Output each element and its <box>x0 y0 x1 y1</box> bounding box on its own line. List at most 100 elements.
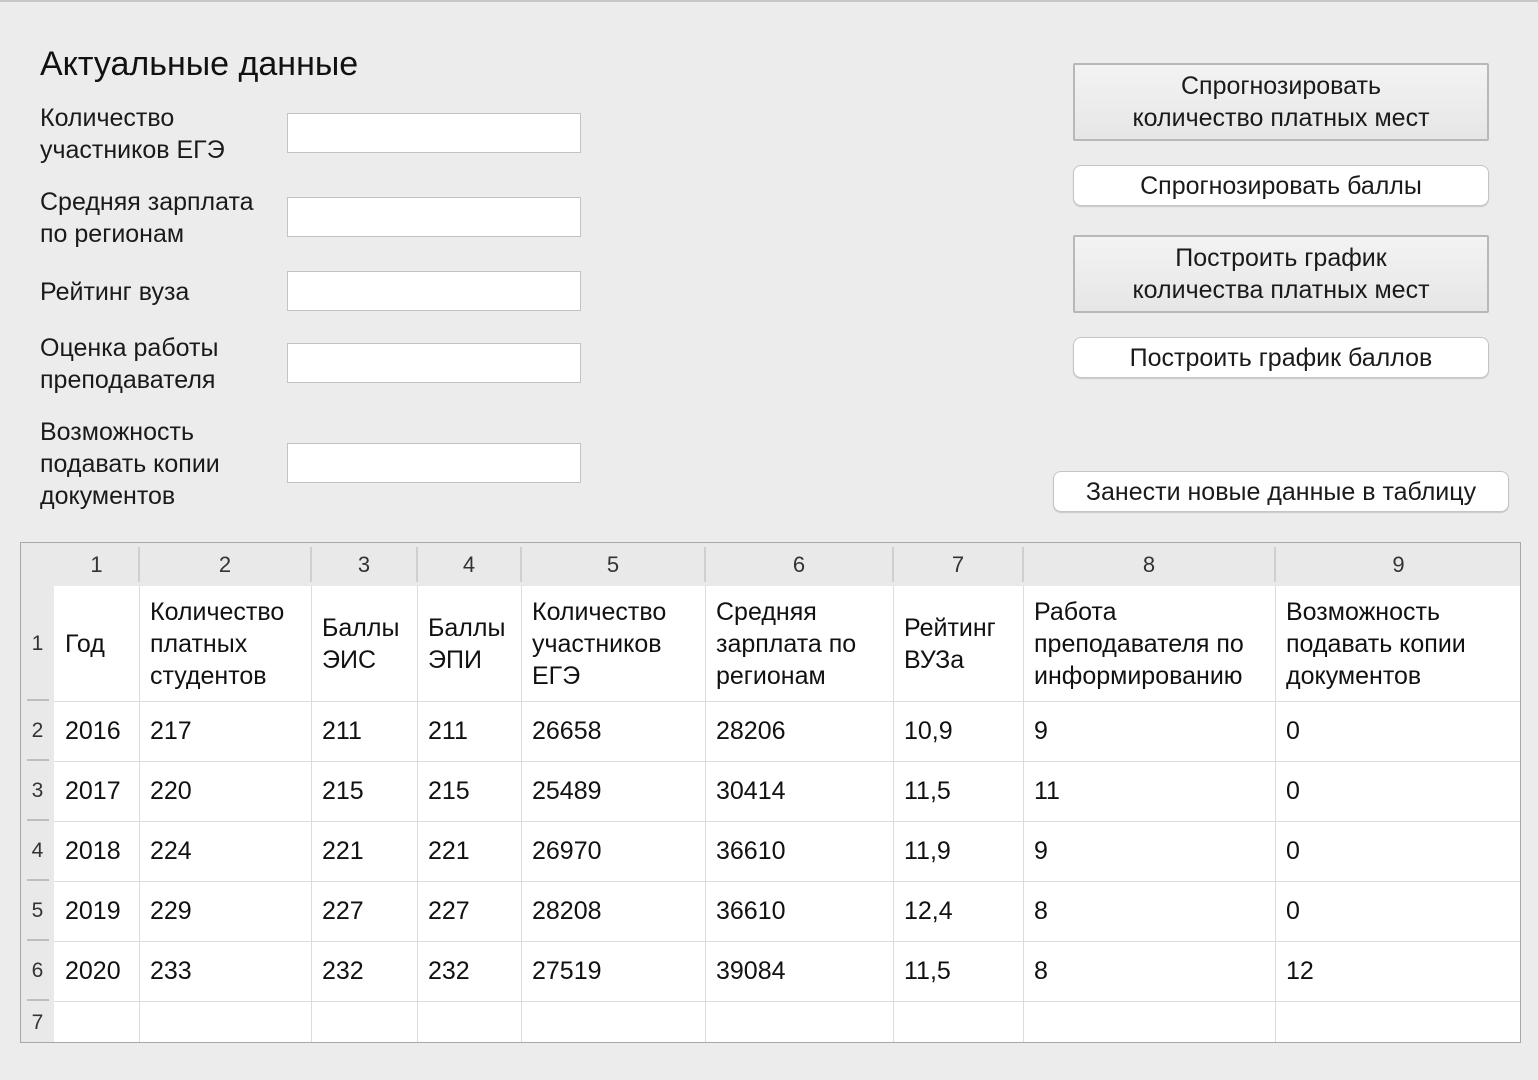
header-cell[interactable]: Баллы ЭПИ <box>417 586 521 701</box>
table-cell[interactable]: 11,5 <box>893 941 1023 1001</box>
teacher-rating-input[interactable] <box>287 343 581 383</box>
table-cell[interactable] <box>311 1001 417 1042</box>
column-header[interactable]: 2 <box>139 543 311 586</box>
column-header[interactable]: 4 <box>417 543 521 586</box>
table-cell[interactable]: 36610 <box>705 821 893 881</box>
table-cell[interactable]: 26970 <box>521 821 705 881</box>
forecast-scores-button[interactable]: Спрогнозировать баллы <box>1073 165 1489 206</box>
table-cell[interactable]: 232 <box>311 941 417 1001</box>
table-cell[interactable]: 229 <box>139 881 311 941</box>
table-cell[interactable]: 11 <box>1023 761 1275 821</box>
row-header[interactable]: 5 <box>21 881 54 941</box>
table-cell[interactable]: 232 <box>417 941 521 1001</box>
table-cell[interactable]: 233 <box>139 941 311 1001</box>
column-header[interactable]: 9 <box>1275 543 1520 586</box>
table-cell[interactable] <box>521 1001 705 1042</box>
table-cell[interactable]: 8 <box>1023 881 1275 941</box>
table-cell[interactable]: 26658 <box>521 701 705 761</box>
table-cell[interactable]: 39084 <box>705 941 893 1001</box>
table-cell[interactable]: 10,9 <box>893 701 1023 761</box>
table-cell[interactable]: 36610 <box>705 881 893 941</box>
table-cell[interactable]: 2018 <box>54 821 139 881</box>
table-cell[interactable]: 0 <box>1275 761 1520 821</box>
table-cell[interactable]: 9 <box>1023 821 1275 881</box>
plot-scores-button[interactable]: Построить график баллов <box>1073 337 1489 378</box>
row-header[interactable]: 3 <box>21 761 54 821</box>
table-cell[interactable]: 221 <box>311 821 417 881</box>
average-salary-input[interactable] <box>287 197 581 237</box>
header-cell[interactable]: Баллы ЭИС <box>311 586 417 701</box>
table-cell[interactable]: 9 <box>1023 701 1275 761</box>
row-header[interactable]: 2 <box>21 701 54 761</box>
table-cell[interactable]: 0 <box>1275 881 1520 941</box>
row-separator[interactable] <box>27 819 49 821</box>
row-separator[interactable] <box>27 759 49 761</box>
table-cell[interactable] <box>893 1001 1023 1042</box>
document-copies-input[interactable] <box>287 443 581 483</box>
row-separator[interactable] <box>27 699 49 701</box>
header-cell[interactable]: Количество платных студентов <box>139 586 311 701</box>
column-header[interactable]: 6 <box>705 543 893 586</box>
table-cell[interactable] <box>1275 1001 1520 1042</box>
row-header[interactable]: 1 <box>21 586 54 701</box>
table-cell[interactable]: 25489 <box>521 761 705 821</box>
plot-paid-places-button[interactable]: Построить график количества платных мест <box>1073 235 1489 313</box>
table-cell[interactable]: 11,5 <box>893 761 1023 821</box>
table-cell[interactable]: 11,9 <box>893 821 1023 881</box>
table-cell[interactable] <box>705 1001 893 1042</box>
row-separator[interactable] <box>27 999 49 1001</box>
ege-participants-input[interactable] <box>287 113 581 153</box>
add-to-table-button[interactable]: Занести новые данные в таблицу <box>1053 471 1509 512</box>
table-cell[interactable]: 221 <box>417 821 521 881</box>
column-separator[interactable] <box>520 547 522 582</box>
column-separator[interactable] <box>704 547 706 582</box>
column-separator[interactable] <box>1022 547 1024 582</box>
table-cell[interactable]: 28206 <box>705 701 893 761</box>
table-cell[interactable]: 8 <box>1023 941 1275 1001</box>
header-cell[interactable]: Год <box>54 586 139 701</box>
table-cell[interactable]: 211 <box>311 701 417 761</box>
column-separator[interactable] <box>416 547 418 582</box>
table-cell[interactable] <box>54 1001 139 1042</box>
table-cell[interactable]: 0 <box>1275 701 1520 761</box>
row-separator[interactable] <box>27 939 49 941</box>
forecast-paid-places-button[interactable]: Спрогнозировать количество платных мест <box>1073 63 1489 141</box>
row-header[interactable]: 7 <box>21 1005 54 1041</box>
table-cell[interactable]: 27519 <box>521 941 705 1001</box>
table-cell[interactable]: 2017 <box>54 761 139 821</box>
table-cell[interactable]: 12,4 <box>893 881 1023 941</box>
table-cell[interactable]: 2016 <box>54 701 139 761</box>
table-cell[interactable]: 227 <box>311 881 417 941</box>
header-cell[interactable]: Рейтинг ВУЗа <box>893 586 1023 701</box>
column-header[interactable]: 5 <box>521 543 705 586</box>
table-cell[interactable] <box>417 1001 521 1042</box>
row-header[interactable]: 6 <box>21 941 54 1001</box>
table-cell[interactable]: 227 <box>417 881 521 941</box>
table-cell[interactable]: 220 <box>139 761 311 821</box>
row-separator[interactable] <box>27 879 49 881</box>
header-cell[interactable]: Средняя зарплата по регионам <box>705 586 893 701</box>
table-cell[interactable]: 12 <box>1275 941 1520 1001</box>
table-cell[interactable]: 224 <box>139 821 311 881</box>
table-cell[interactable]: 2020 <box>54 941 139 1001</box>
column-header[interactable]: 8 <box>1023 543 1275 586</box>
table-cell[interactable] <box>1023 1001 1275 1042</box>
table-cell[interactable]: 28208 <box>521 881 705 941</box>
table-cell[interactable]: 211 <box>417 701 521 761</box>
column-separator[interactable] <box>892 547 894 582</box>
column-header[interactable]: 3 <box>311 543 417 586</box>
header-cell[interactable]: Количество участников ЕГЭ <box>521 586 705 701</box>
column-header[interactable]: 7 <box>893 543 1023 586</box>
table-cell[interactable]: 30414 <box>705 761 893 821</box>
table-cell[interactable]: 215 <box>417 761 521 821</box>
row-header[interactable]: 4 <box>21 821 54 881</box>
column-separator[interactable] <box>1274 547 1276 582</box>
university-rating-input[interactable] <box>287 271 581 311</box>
data-table[interactable]: 1 2 3 4 5 6 7 8 9 1 2 3 4 5 6 7 Год Количество платных студ… <box>20 542 1521 1043</box>
column-header[interactable]: 1 <box>54 543 139 586</box>
table-cell[interactable]: 2019 <box>54 881 139 941</box>
header-cell[interactable]: Работа преподавателя по информированию <box>1023 586 1275 701</box>
column-separator[interactable] <box>310 547 312 582</box>
table-cell[interactable]: 215 <box>311 761 417 821</box>
header-cell[interactable]: Возможность подавать копии документов <box>1275 586 1520 701</box>
